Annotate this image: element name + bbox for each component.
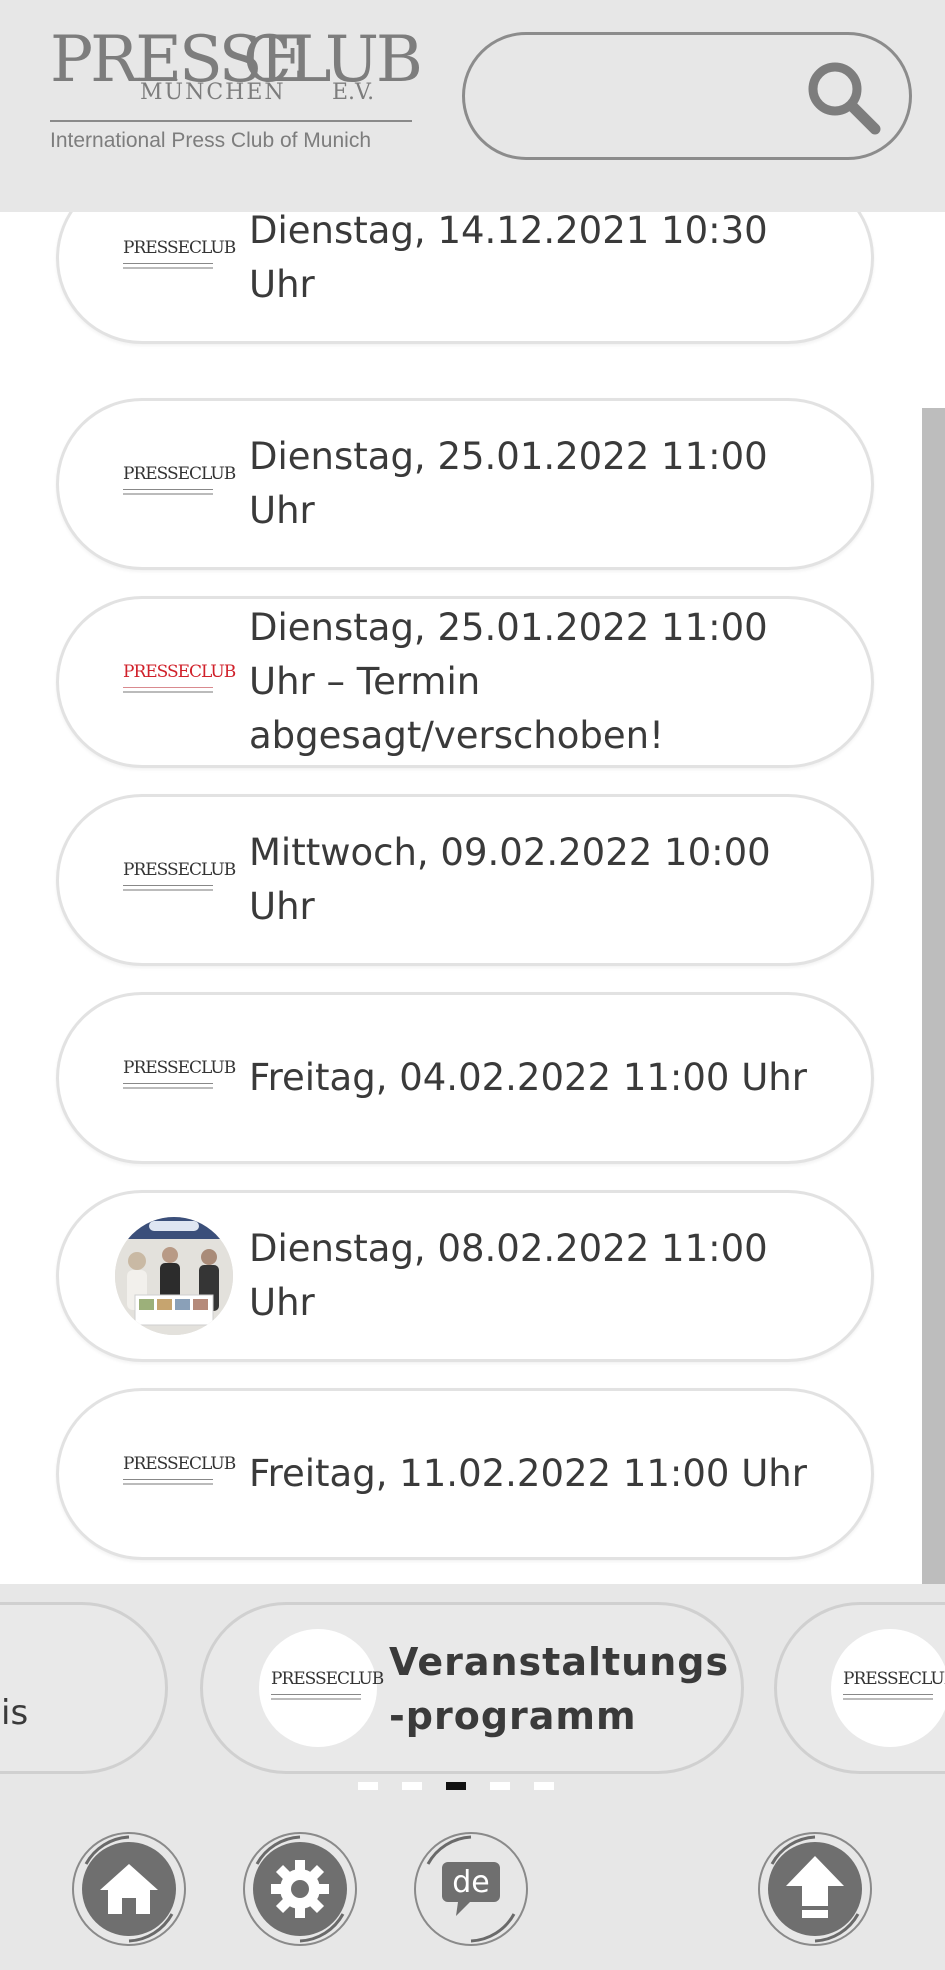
bottom-navigation: de	[0, 1806, 945, 1970]
carousel-item-veranstaltungsprogramm[interactable]: PRESSECLUB Veranstaltungs -programm	[200, 1602, 744, 1774]
presseclub-thumb: PRESSECLUB	[117, 654, 236, 710]
page-dot-active[interactable]	[446, 1782, 466, 1790]
logo-tagline: International Press Club of Munich	[50, 129, 371, 152]
event-date: Dienstag, 25.01.2022 11:00 Uhr	[249, 435, 768, 532]
presseclub-thumb: PRESSECLUB	[117, 1050, 236, 1106]
event-list[interactable]: PRESSECLUB Dienstag, 14.12.2021 10:30 Uh…	[0, 212, 945, 1584]
arrow-up-icon[interactable]	[752, 1826, 878, 1952]
carousel-item-logo: PRESSECLUB	[831, 1629, 945, 1747]
presseclub-thumb: PRESSECLUB	[117, 230, 236, 286]
carousel-item-prev[interactable]: is	[0, 1602, 168, 1774]
carousel-pagination	[0, 1782, 945, 1792]
presseclub-thumb: PRESSECLUB	[117, 456, 236, 512]
event-date: Dienstag, 25.01.2022 11:00 Uhr – Termin …	[249, 606, 768, 757]
logo-muenchen-text: MÜNCHEN	[140, 80, 286, 105]
search-icon[interactable]	[803, 57, 883, 137]
language-label: de	[452, 1865, 490, 1900]
speech-bubble-icon[interactable]: de	[408, 1826, 534, 1952]
app-header: PRESSE CLUB MÜNCHEN E.V. International P…	[0, 0, 945, 212]
presseclub-thumb: PRESSECLUB	[117, 852, 236, 908]
event-card[interactable]: PRESSECLUB Dienstag, 25.01.2022 11:00 Uh…	[56, 596, 874, 768]
page-dot[interactable]	[534, 1782, 554, 1790]
presseclub-mini-logo: PRESSECLUB	[117, 456, 236, 512]
event-card[interactable]: Dienstag, 08.02.2022 11:00 Uhr	[56, 1190, 874, 1362]
event-card[interactable]: PRESSECLUB Dienstag, 25.01.2022 11:00 Uh…	[56, 398, 874, 570]
home-icon[interactable]	[66, 1826, 192, 1952]
mini-logo-text: PRESSECLUB	[123, 238, 236, 258]
mini-logo-text: PRESSECLUB	[123, 860, 236, 880]
event-date: Dienstag, 14.12.2021 10:30 Uhr	[249, 212, 768, 306]
event-photo	[115, 1217, 233, 1335]
scroll-top-button[interactable]	[752, 1826, 878, 1952]
carousel-item-title: Veranstaltungs -programm	[389, 1640, 730, 1738]
presseclub-thumb: PRESSECLUB	[117, 1446, 236, 1502]
presseclub-mini-logo: PRESSECLUB	[117, 1446, 236, 1502]
carousel-item-prev-label: is	[1, 1693, 29, 1733]
event-date: Dienstag, 08.02.2022 11:00 Uhr	[249, 1227, 768, 1324]
event-date: Mittwoch, 09.02.2022 10:00 Uhr	[249, 831, 771, 928]
mini-logo-text: PRESSECLUB	[123, 1058, 236, 1078]
page-dot[interactable]	[402, 1782, 422, 1790]
event-date: Freitag, 11.02.2022 11:00 Uhr	[249, 1452, 807, 1495]
gear-icon[interactable]	[237, 1826, 363, 1952]
event-card[interactable]: PRESSECLUB Freitag, 04.02.2022 11:00 Uhr	[56, 992, 874, 1164]
presseclub-mini-logo: PRESSECLUB	[117, 230, 236, 286]
event-card[interactable]: PRESSECLUB Freitag, 11.02.2022 11:00 Uhr	[56, 1388, 874, 1560]
mini-logo-text: PRESSECLUB	[123, 662, 236, 682]
category-carousel[interactable]: is PRESSECLUB Veranstaltungs -programm P…	[0, 1584, 945, 1806]
list-scrollbar[interactable]	[922, 408, 945, 1584]
mini-logo-text: PRESSECLUB	[271, 1669, 384, 1689]
event-photo-thumb	[115, 1217, 233, 1335]
presseclub-mini-logo-red: PRESSECLUB	[117, 654, 236, 710]
language-button[interactable]: de	[408, 1826, 534, 1952]
settings-button[interactable]	[237, 1826, 363, 1952]
mini-logo-text: PRESSECLUB	[843, 1669, 945, 1689]
mini-logo-text: PRESSECLUB	[123, 1454, 236, 1474]
presseclub-mini-logo: PRESSECLUB	[837, 1661, 945, 1717]
home-button[interactable]	[66, 1826, 192, 1952]
page-dot[interactable]	[490, 1782, 510, 1790]
event-date: Freitag, 04.02.2022 11:00 Uhr	[249, 1056, 807, 1099]
search-field[interactable]	[462, 32, 912, 160]
page-dot[interactable]	[358, 1782, 378, 1790]
carousel-item-next[interactable]: PRESSECLUB	[774, 1602, 945, 1774]
logo-ev-text: E.V.	[332, 80, 375, 105]
presseclub-mini-logo: PRESSECLUB	[265, 1661, 384, 1717]
event-card[interactable]: PRESSECLUB Mittwoch, 09.02.2022 10:00 Uh…	[56, 794, 874, 966]
mini-logo-text: PRESSECLUB	[123, 464, 236, 484]
presseclub-mini-logo: PRESSECLUB	[117, 852, 236, 908]
presseclub-logo[interactable]: PRESSE CLUB MÜNCHEN E.V. International P…	[50, 28, 423, 158]
logo-divider	[50, 120, 412, 122]
presseclub-mini-logo: PRESSECLUB	[117, 1050, 236, 1106]
event-card[interactable]: PRESSECLUB Dienstag, 14.12.2021 10:30 Uh…	[56, 212, 874, 344]
carousel-item-logo: PRESSECLUB	[259, 1629, 384, 1747]
